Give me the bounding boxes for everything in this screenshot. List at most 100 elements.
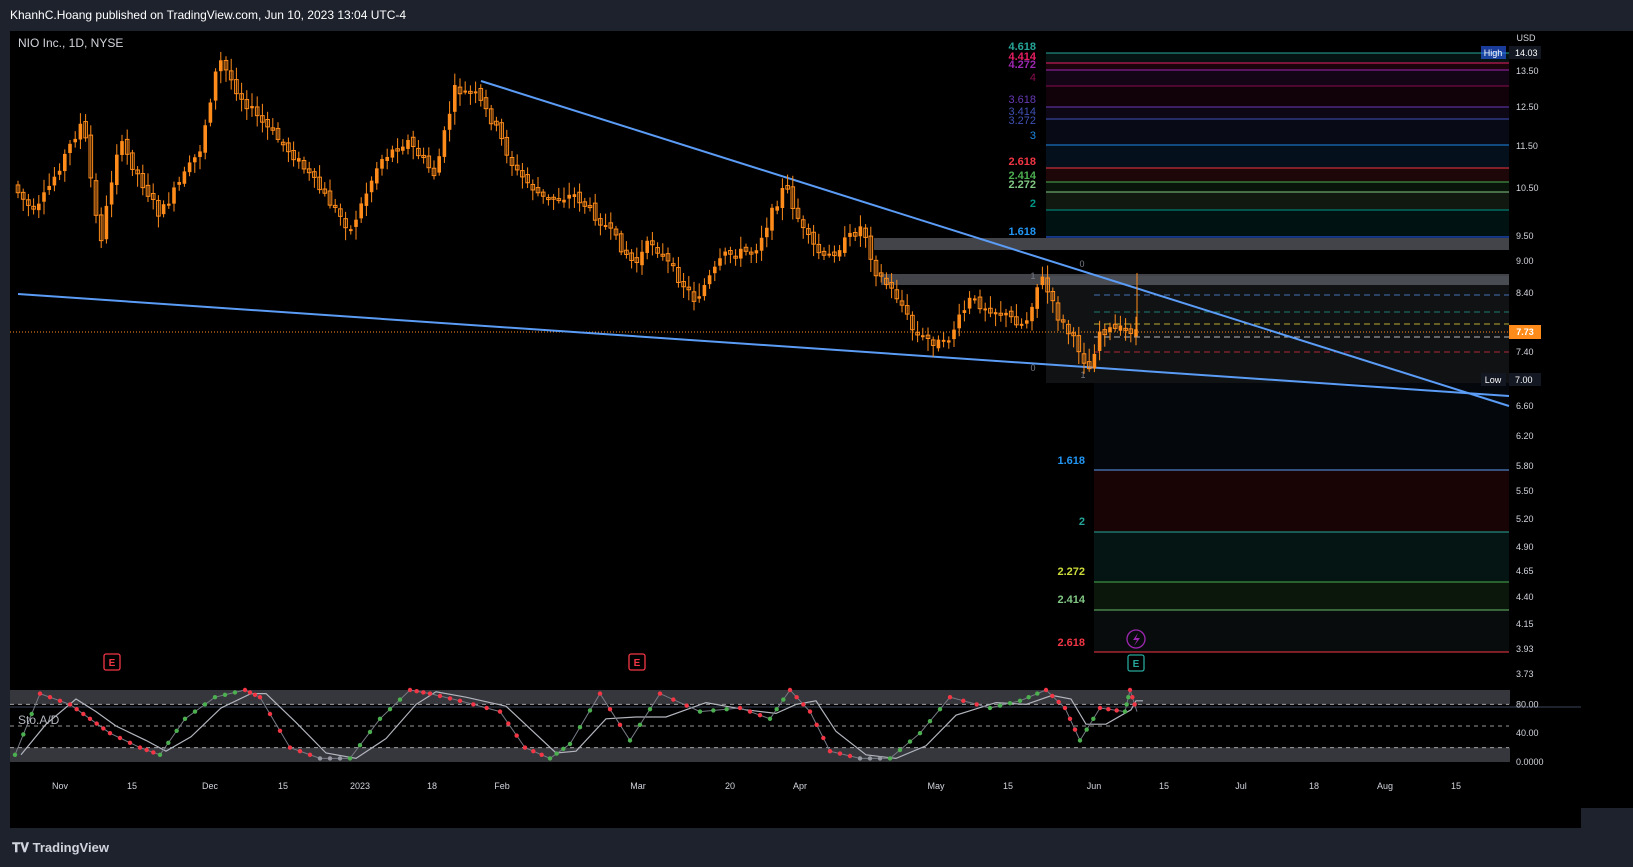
price-tick: 5.50: [1516, 486, 1534, 496]
candle-body: [42, 192, 46, 202]
candle-body: [193, 157, 197, 163]
time-tick: Dec: [202, 781, 219, 791]
osc-dot: [1043, 687, 1049, 693]
osc-dot: [947, 695, 953, 700]
osc-dot: [747, 709, 753, 714]
osc-dot: [307, 752, 313, 757]
osc-dot: [267, 711, 273, 717]
fib-label-lower: 2.414: [1057, 594, 1085, 606]
candle-body: [1025, 320, 1029, 324]
candle-body: [219, 60, 223, 72]
candle-body: [567, 194, 571, 199]
osc-dot: [222, 692, 228, 697]
candle-body: [442, 130, 447, 157]
osc-dot: [397, 697, 403, 702]
osc-dot: [647, 707, 653, 712]
osc-dot: [724, 707, 729, 712]
osc-dot: [327, 756, 333, 761]
candle-body: [1108, 327, 1112, 333]
osc-dot: [547, 756, 553, 761]
osc-dot: [514, 733, 519, 738]
time-tick: 18: [1309, 781, 1319, 791]
osc-dot: [814, 722, 819, 727]
osc-dot: [484, 705, 489, 711]
supply-zones: [874, 238, 1509, 285]
candle-body: [109, 182, 114, 205]
osc-dot: [81, 711, 86, 717]
time-tick: Jun: [1087, 781, 1102, 791]
candle-body: [297, 158, 301, 162]
candle-body: [707, 275, 712, 285]
time-tick: Mar: [630, 781, 646, 791]
tv-logo-icon: 𝐓𝐕: [12, 840, 33, 855]
candle-body: [68, 143, 72, 154]
osc-dot: [577, 725, 583, 730]
candle-body: [380, 159, 384, 169]
time-tick: Apr: [793, 781, 807, 791]
candle-body: [203, 125, 207, 153]
candle-body: [177, 182, 181, 185]
time-tick: 15: [1159, 781, 1169, 791]
supply-zone: [881, 274, 1509, 285]
fib-zone-lower: [1094, 582, 1509, 610]
candle-body: [1040, 276, 1045, 286]
osc-dot: [607, 707, 613, 712]
fib-zone-upper: [1046, 192, 1509, 210]
time-tick: Aug: [1377, 781, 1393, 791]
candle-body: [827, 253, 831, 256]
fib-label-lower: 2: [1079, 516, 1085, 528]
candle-body: [1097, 331, 1102, 351]
candle-body: [1035, 287, 1039, 309]
earnings-label: E: [634, 658, 641, 669]
time-tick: 2023: [350, 781, 370, 791]
time-tick: Jul: [1235, 781, 1247, 791]
osc-dot: [437, 693, 443, 699]
fib-zone-upper: [1046, 53, 1509, 63]
osc-oversold-band: [10, 747, 1510, 762]
price-tick: 3.73: [1516, 669, 1534, 679]
price-tick: 9.50: [1516, 231, 1534, 241]
candle-body: [957, 314, 961, 329]
price-tick: 4.40: [1516, 592, 1534, 602]
osc-dot: [252, 692, 258, 697]
osc-dot: [427, 691, 433, 696]
fib-small-label: 1: [1080, 370, 1085, 380]
osc-dot: [107, 731, 113, 736]
osc-dot: [821, 735, 826, 741]
candle-body: [640, 251, 644, 266]
fib-zone-upper: [1046, 63, 1509, 70]
candle-body: [973, 298, 977, 301]
symbol-title: NIO Inc., 1D, NYSE: [18, 36, 124, 50]
candle-body: [843, 237, 847, 253]
osc-dot: [597, 691, 603, 696]
candle-body: [463, 90, 467, 93]
osc-dot: [1007, 701, 1013, 706]
price-tick: 11.50: [1516, 141, 1538, 151]
time-tick: 20: [725, 781, 735, 791]
candle-body: [765, 227, 769, 238]
osc-dot: [897, 747, 903, 753]
osc-dot: [407, 687, 413, 693]
osc-dot: [1132, 702, 1137, 707]
candle-body: [104, 205, 109, 240]
osc-dot: [414, 689, 419, 694]
candle-body: [37, 203, 41, 211]
fib-small-label: 1: [1030, 271, 1035, 281]
earnings-label: E: [1133, 659, 1140, 670]
osc-dot: [1067, 716, 1073, 721]
price-tick: 10.50: [1516, 183, 1539, 193]
osc-dot: [87, 716, 93, 721]
osc-dot: [1084, 727, 1089, 732]
osc-dot: [781, 697, 786, 702]
candle-body: [983, 308, 987, 311]
price-tick: 8.40: [1516, 288, 1534, 298]
fib-label-lower: 2.618: [1057, 637, 1085, 649]
osc-dot: [1122, 709, 1128, 714]
candle-body: [187, 162, 192, 173]
event-markers: EEE: [103, 629, 1146, 672]
candle-body: [780, 187, 785, 209]
osc-dot: [421, 690, 426, 695]
fib-zone-lower: [1094, 610, 1509, 652]
earnings-label: E: [109, 658, 116, 669]
osc-dot: [794, 695, 799, 700]
